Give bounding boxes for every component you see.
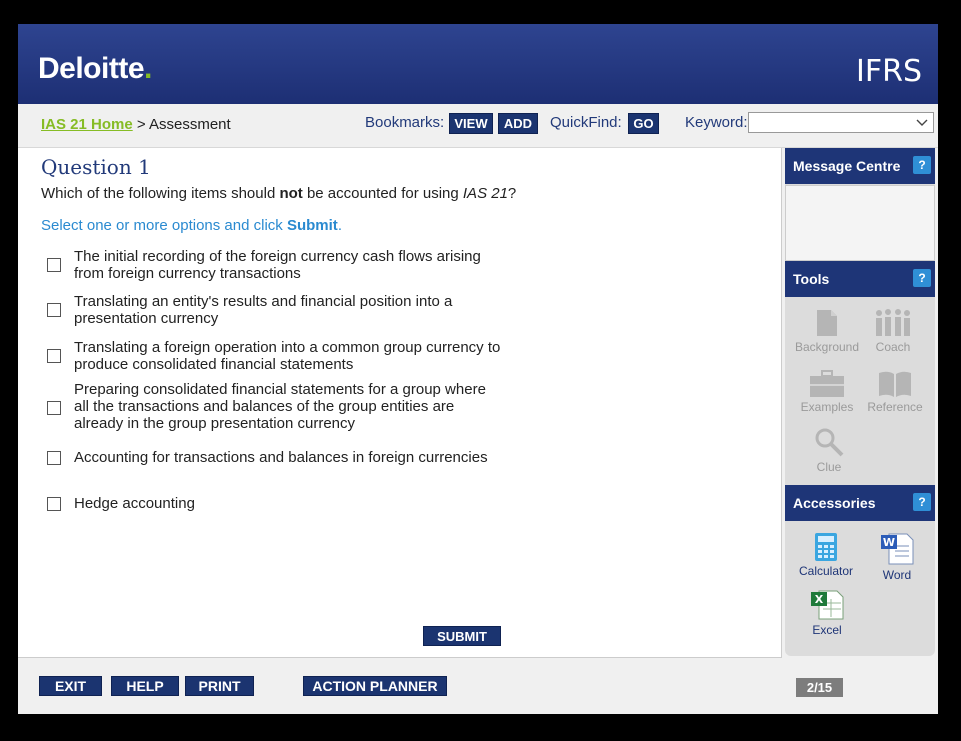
action-planner-button[interactable]: ACTION PLANNER xyxy=(303,676,447,696)
sidebar: Message Centre ? Tools ? Background Coac… xyxy=(785,148,935,656)
option-2[interactable]: Translating an entity's results and fina… xyxy=(47,293,452,327)
option-3-label: Translating a foreign operation into a c… xyxy=(74,339,501,373)
app-header: Deloitte. IFRS xyxy=(18,24,938,104)
option-1-checkbox[interactable] xyxy=(47,258,61,272)
option-4-checkbox[interactable] xyxy=(47,401,61,415)
document-icon xyxy=(817,310,837,336)
product-title: IFRS xyxy=(856,54,922,89)
option-6[interactable]: Hedge accounting xyxy=(47,495,195,512)
chevron-down-icon xyxy=(916,119,928,126)
svg-text:X: X xyxy=(815,593,824,606)
print-button[interactable]: PRINT xyxy=(185,676,254,696)
breadcrumb-current: Assessment xyxy=(148,116,231,133)
option-3-checkbox[interactable] xyxy=(47,349,61,363)
app-window: Deloitte. IFRS IAS 21 Home > Assessment … xyxy=(18,24,938,714)
svg-text:W: W xyxy=(883,536,895,549)
message-centre-title: Message Centre xyxy=(793,158,901,174)
tools-title: Tools xyxy=(793,271,830,287)
message-centre-box xyxy=(785,185,935,261)
submit-button[interactable]: SUBMIT xyxy=(423,626,501,646)
breadcrumb-separator: > xyxy=(136,116,146,133)
option-2-checkbox[interactable] xyxy=(47,303,61,317)
accessories-title: Accessories xyxy=(793,495,876,511)
message-centre-header: Message Centre ? xyxy=(785,148,935,184)
page-indicator: 2/15 xyxy=(796,678,843,697)
question-instruction: Select one or more options and click Sub… xyxy=(41,217,342,234)
keyword-label: Keyword: xyxy=(685,114,748,131)
option-5[interactable]: Accounting for transactions and balances… xyxy=(47,449,488,466)
question-title: Question 1 xyxy=(41,155,151,179)
option-6-label: Hedge accounting xyxy=(74,495,195,512)
briefcase-icon xyxy=(810,370,844,397)
calculator-icon xyxy=(815,533,837,561)
quickfind-go-button[interactable]: GO xyxy=(628,113,659,134)
message-centre-help-icon[interactable]: ? xyxy=(913,156,931,174)
option-1[interactable]: The initial recording of the foreign cur… xyxy=(47,248,481,282)
option-5-checkbox[interactable] xyxy=(47,451,61,465)
add-bookmark-button[interactable]: ADD xyxy=(498,113,538,134)
option-4[interactable]: Preparing consolidated financial stateme… xyxy=(47,381,486,432)
tool-coach[interactable]: Coach xyxy=(865,308,921,354)
option-3[interactable]: Translating a foreign operation into a c… xyxy=(47,339,500,373)
nav-bar: IAS 21 Home > Assessment Bookmarks: VIEW… xyxy=(18,104,938,148)
accessory-word[interactable]: W Word xyxy=(869,532,925,582)
keyword-select[interactable] xyxy=(748,112,934,133)
tools-header: Tools ? xyxy=(785,261,935,297)
deloitte-logo: Deloitte. xyxy=(38,52,152,85)
tool-reference[interactable]: Reference xyxy=(865,370,925,414)
tools-help-icon[interactable]: ? xyxy=(913,269,931,287)
question-text: Which of the following items should not … xyxy=(41,185,517,202)
magnifier-icon xyxy=(815,428,844,457)
view-bookmarks-button[interactable]: VIEW xyxy=(449,113,493,134)
accessories-help-icon[interactable]: ? xyxy=(913,493,931,511)
breadcrumb: IAS 21 Home > Assessment xyxy=(41,116,231,133)
book-icon xyxy=(879,371,911,397)
tool-background[interactable]: Background xyxy=(791,308,863,354)
option-6-checkbox[interactable] xyxy=(47,497,61,511)
tool-examples[interactable]: Examples xyxy=(791,370,863,414)
people-icon xyxy=(876,309,910,336)
accessory-calculator[interactable]: Calculator xyxy=(793,532,859,578)
exit-button[interactable]: EXIT xyxy=(39,676,102,696)
bookmarks-label: Bookmarks: xyxy=(365,114,445,131)
accessories-header: Accessories ? xyxy=(785,485,935,521)
tool-clue[interactable]: Clue xyxy=(809,426,849,474)
option-1-label: The initial recording of the foreign cur… xyxy=(74,248,481,282)
option-5-label: Accounting for transactions and balances… xyxy=(74,449,488,466)
accessory-excel[interactable]: X Excel xyxy=(799,589,855,637)
help-button[interactable]: HELP xyxy=(111,676,179,696)
excel-icon: X xyxy=(811,590,844,620)
word-icon: W xyxy=(881,533,914,565)
option-4-label: Preparing consolidated financial stateme… xyxy=(74,381,486,432)
option-2-label: Translating an entity's results and fina… xyxy=(74,293,453,327)
quickfind-label: QuickFind: xyxy=(550,114,622,131)
question-panel: Question 1 Which of the following items … xyxy=(18,148,782,658)
home-link[interactable]: IAS 21 Home xyxy=(41,116,133,133)
